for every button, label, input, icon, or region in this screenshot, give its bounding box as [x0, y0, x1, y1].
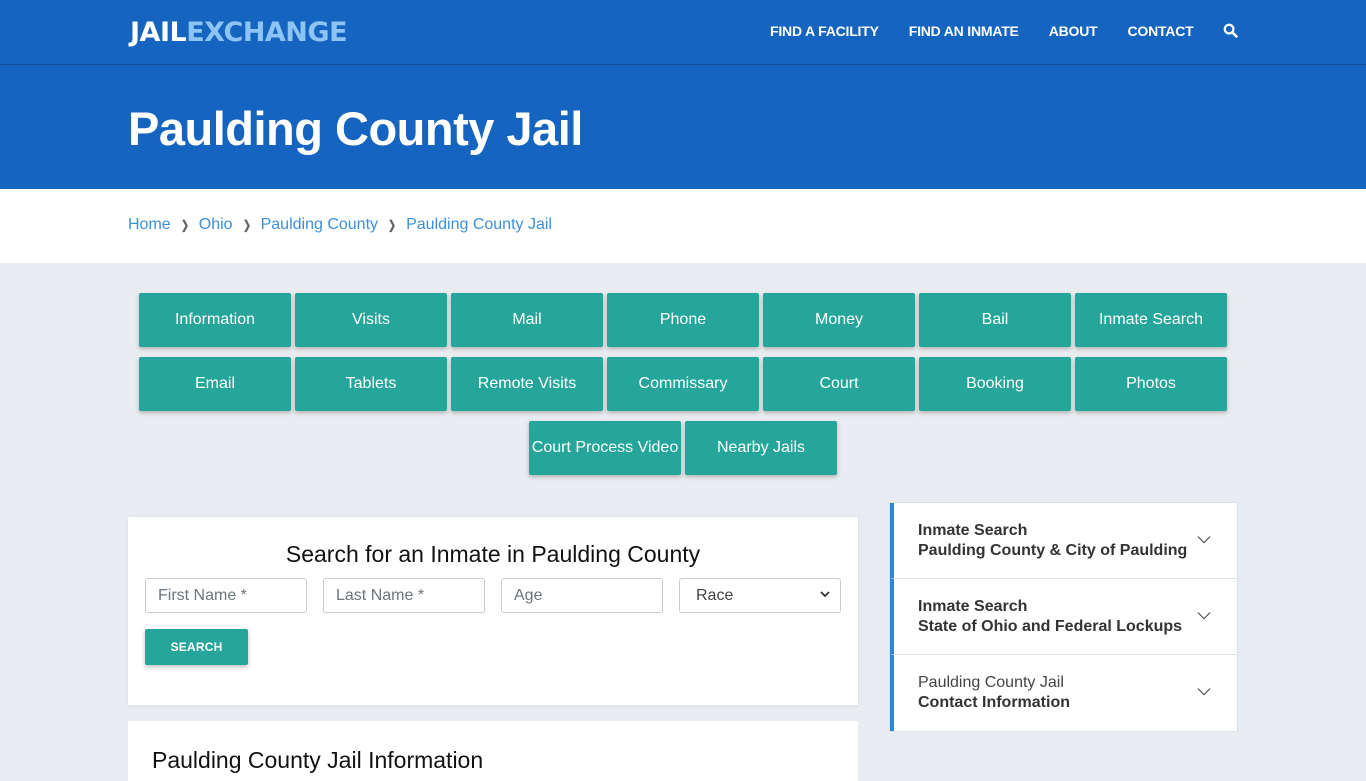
facility-topic-buttons: Information Visits Mail Phone Money Bail… — [137, 293, 1229, 485]
breadcrumb-paulding-county[interactable]: Paulding County — [261, 216, 378, 234]
jail-information-title: Paulding County Jail Information — [152, 747, 484, 773]
button-row: Email Tablets Remote Visits Commissary C… — [137, 357, 1229, 411]
first-name-input[interactable] — [145, 578, 307, 613]
tile-mail[interactable]: Mail — [451, 293, 603, 347]
sidebar-accordion: Inmate Search Paulding County & City of … — [889, 502, 1238, 732]
nav-contact[interactable]: CONTACT — [1127, 22, 1193, 40]
breadcrumb-ohio[interactable]: Ohio — [199, 216, 233, 234]
tile-bail[interactable]: Bail — [919, 293, 1071, 347]
breadcrumb-paulding-county-jail[interactable]: Paulding County Jail — [406, 216, 552, 234]
accordion-item-subheading: Contact Information — [918, 694, 1070, 711]
tile-inmate-search[interactable]: Inmate Search — [1075, 293, 1227, 347]
accordion-item-subheading: Paulding County & City of Paulding — [918, 541, 1188, 559]
chevron-right-icon: ❯ — [180, 218, 189, 232]
chevron-right-icon: ❯ — [242, 218, 251, 232]
jail-information-card: Paulding County Jail Information — [128, 721, 858, 781]
nav-find-a-facility[interactable]: FIND A FACILITY — [770, 22, 879, 40]
top-navbar: JAILEXCHANGE FIND A FACILITY FIND AN INM… — [0, 0, 1366, 65]
accordion-item-heading: Inmate Search — [918, 597, 1028, 615]
tile-money[interactable]: Money — [763, 293, 915, 347]
tile-email[interactable]: Email — [139, 357, 291, 411]
accordion-item-county-inmate-search[interactable]: Inmate Search Paulding County & City of … — [890, 503, 1237, 579]
chevron-down-icon — [820, 590, 830, 601]
main-nav: FIND A FACILITY FIND AN INMATE ABOUT CON… — [770, 22, 1239, 40]
last-name-input[interactable] — [323, 578, 485, 613]
search-card-title: Search for an Inmate in Paulding County — [285, 541, 701, 567]
jailexchange-logo[interactable]: JAILEXCHANGE — [130, 17, 348, 49]
race-select-value: Race — [696, 586, 734, 604]
tile-court[interactable]: Court — [763, 357, 915, 411]
chevron-down-icon — [1197, 536, 1211, 544]
nav-find-an-inmate[interactable]: FIND AN INMATE — [909, 22, 1019, 40]
breadcrumb-home[interactable]: Home — [128, 216, 171, 234]
page-hero: Paulding County Jail — [0, 65, 1366, 189]
tile-information[interactable]: Information — [139, 293, 291, 347]
tile-nearby-jails[interactable]: Nearby Jails — [685, 421, 837, 475]
logo-text-jail: JAIL — [130, 17, 187, 48]
page-title: Paulding County Jail — [128, 102, 583, 155]
inmate-search-card: Search for an Inmate in Paulding County … — [128, 517, 858, 705]
tile-visits[interactable]: Visits — [295, 293, 447, 347]
tile-phone[interactable]: Phone — [607, 293, 759, 347]
breadcrumb: Home ❯ Ohio ❯ Paulding County ❯ Paulding… — [128, 216, 552, 234]
search-fields: Race — [145, 578, 857, 613]
tile-tablets[interactable]: Tablets — [295, 357, 447, 411]
chevron-right-icon: ❯ — [388, 218, 397, 232]
age-input[interactable] — [501, 578, 663, 613]
button-row: Court Process Video Nearby Jails — [137, 421, 1229, 475]
breadcrumb-bar: Home ❯ Ohio ❯ Paulding County ❯ Paulding… — [0, 189, 1366, 263]
tile-booking[interactable]: Booking — [919, 357, 1071, 411]
logo-text-exchange: EXCHANGE — [186, 17, 348, 48]
accordion-item-contact-information[interactable]: Paulding County Jail Contact Information — [890, 655, 1237, 731]
accordion-item-heading: Paulding County Jail — [918, 674, 1064, 691]
accordion-item-state-inmate-search[interactable]: Inmate Search State of Ohio and Federal … — [890, 579, 1237, 655]
search-button[interactable]: SEARCH — [145, 629, 248, 665]
tile-remote-visits[interactable]: Remote Visits — [451, 357, 603, 411]
accordion-item-subheading: State of Ohio and Federal Lockups — [918, 617, 1183, 635]
button-row: Information Visits Mail Phone Money Bail… — [137, 293, 1229, 347]
tile-commissary[interactable]: Commissary — [607, 357, 759, 411]
search-icon[interactable] — [1223, 23, 1239, 39]
nav-about[interactable]: ABOUT — [1049, 22, 1098, 40]
chevron-down-icon — [1197, 688, 1211, 696]
accordion-item-heading: Inmate Search — [918, 521, 1028, 539]
tile-court-process-video[interactable]: Court Process Video — [529, 421, 681, 475]
race-select[interactable]: Race — [679, 578, 841, 613]
chevron-down-icon — [1197, 612, 1211, 620]
tile-photos[interactable]: Photos — [1075, 357, 1227, 411]
